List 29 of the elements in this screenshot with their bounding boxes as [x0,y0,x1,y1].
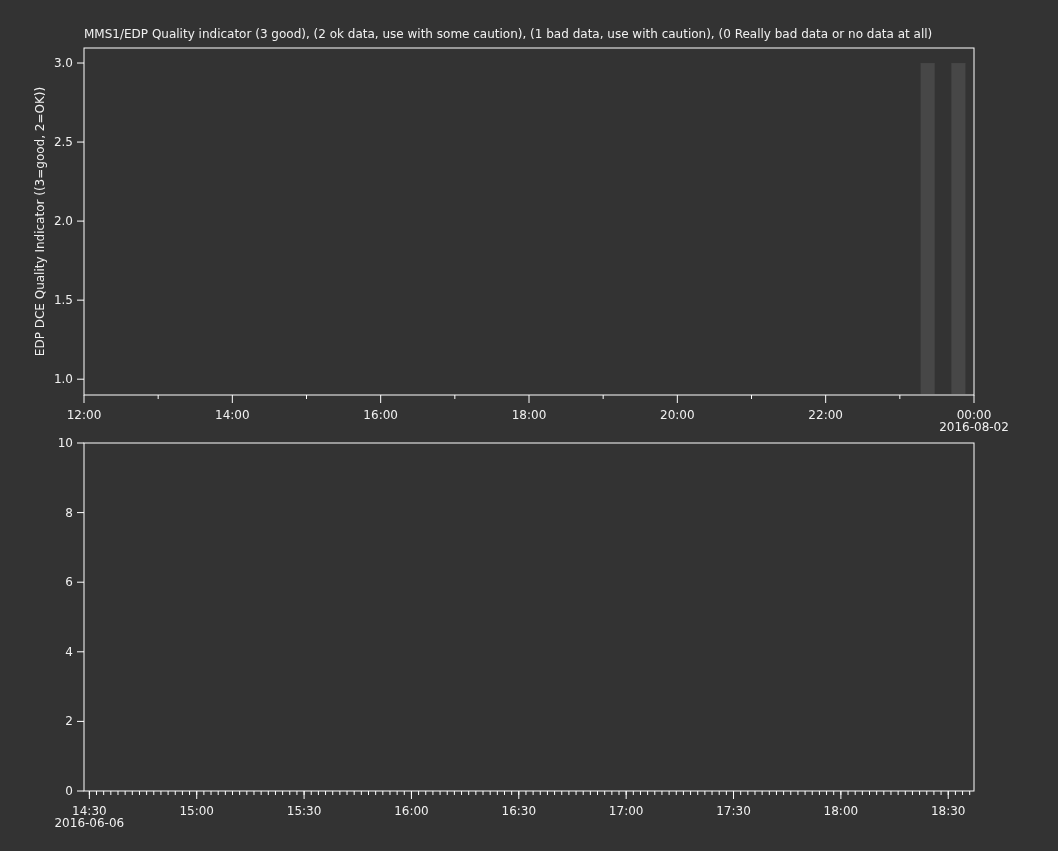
y-tick-label: 1.5 [53,293,73,308]
x-tick-label: 15:00 [179,804,214,818]
y-tick-label: 2 [65,714,73,729]
x-tick-label: 20:00 [660,408,695,422]
x-tick-label: 18:30 [930,804,966,818]
x-tick-label: 22:00 [808,408,843,422]
x-tick-label: 18:00 [511,408,547,422]
y-tick-label: 2.5 [53,135,73,150]
x-tick-label: 17:00 [608,804,644,818]
y-tick-label: 1.0 [53,372,73,387]
x-tick-label: 16:00 [394,804,429,818]
x-tick-label: 16:30 [501,804,537,818]
x-tick-label: 00:00 2016-08-02 [939,408,1009,434]
y-tick-label: 10 [57,436,73,450]
x-tick-label: 17:30 [716,804,751,818]
y-tick-label: 0 [65,784,73,798]
y-tick-label: 6 [65,575,73,590]
x-tick-label: 16:00 [363,408,398,422]
x-tick-label: 18:00 [823,804,859,818]
y-tick-label: 8 [65,505,73,520]
y-tick-label: 3.0 [53,56,73,70]
x-tick-label: 14:00 [215,408,250,422]
y-tick-label: 4 [65,644,73,659]
x-tick-label: 14:30 2016-06-06 [54,804,125,830]
x-tick-label: 15:30 [286,804,322,818]
chart-title: MMS1/EDP Quality indicator (3 good), (2 ok data, use with some caution), (1 bad data, use with caution), (0 Really bad data or no data at all) [84,27,933,41]
y-tick-label: 2.0 [53,214,73,229]
y-axis-label: EDP DCE Quality Indicator ((3=good, 2=OK)) [33,86,47,357]
x-tick-label: 12:00 [66,408,102,422]
